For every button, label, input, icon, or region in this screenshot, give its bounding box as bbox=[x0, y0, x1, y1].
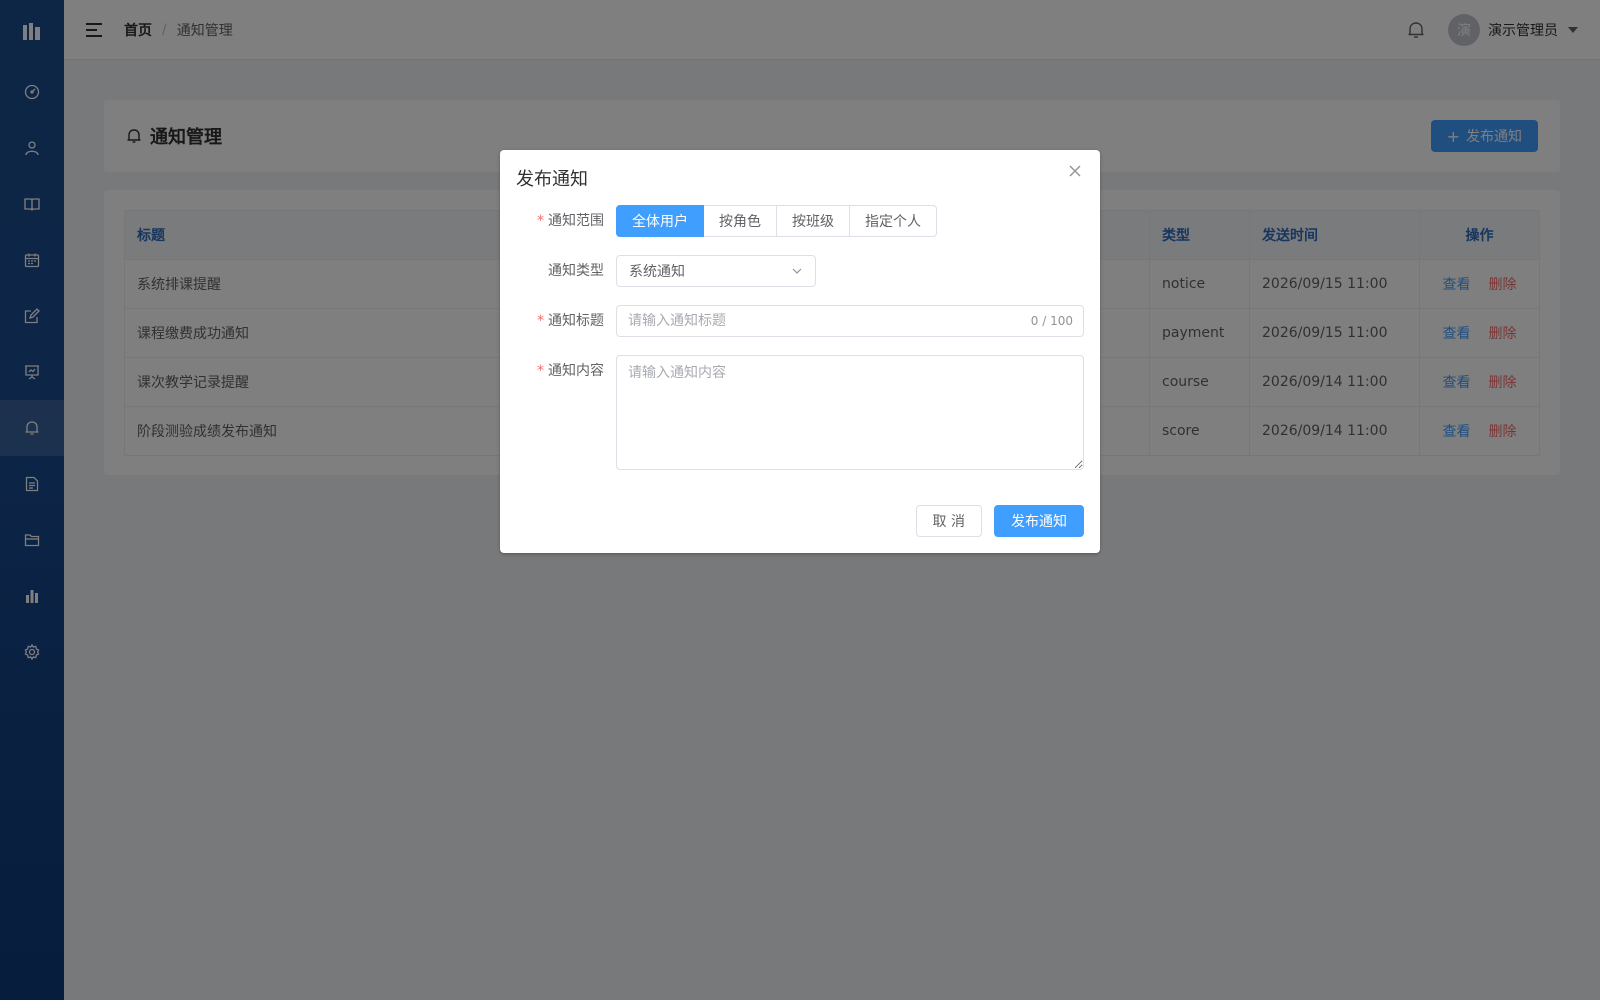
content-label: * 通知内容 bbox=[500, 355, 616, 470]
form-row-type: 通知类型 系统通知 bbox=[500, 255, 816, 287]
scope-option-role[interactable]: 按角色 bbox=[704, 205, 777, 237]
chevron-down-icon bbox=[792, 268, 802, 274]
title-label: * 通知标题 bbox=[500, 305, 616, 337]
dialog-title: 发布通知 bbox=[516, 169, 588, 190]
type-select-value: 系统通知 bbox=[629, 264, 685, 280]
type-select[interactable]: 系统通知 bbox=[616, 255, 816, 287]
scope-option-all[interactable]: 全体用户 bbox=[616, 205, 704, 237]
scope-radio-group: 全体用户 按角色 按班级 指定个人 bbox=[616, 205, 937, 237]
form-row-scope: * 通知范围 全体用户 按角色 按班级 指定个人 bbox=[500, 205, 937, 237]
scope-option-individual[interactable]: 指定个人 bbox=[850, 205, 937, 237]
type-label: 通知类型 bbox=[548, 263, 604, 279]
title-input[interactable] bbox=[628, 313, 1031, 329]
submit-button[interactable]: 发布通知 bbox=[994, 505, 1084, 537]
content-textarea[interactable] bbox=[616, 355, 1084, 470]
title-char-counter: 0 / 100 bbox=[1030, 314, 1073, 328]
form-row-content: * 通知内容 bbox=[500, 355, 1084, 470]
scope-label: * 通知范围 bbox=[500, 205, 616, 237]
scope-option-class[interactable]: 按班级 bbox=[777, 205, 850, 237]
required-mark: * bbox=[537, 313, 544, 329]
cancel-button[interactable]: 取 消 bbox=[915, 505, 982, 537]
form-row-title: *通知标题 0 / 100 bbox=[500, 305, 1084, 337]
title-label-text: 通知标题 bbox=[548, 313, 604, 329]
title-input-wrapper: 0 / 100 bbox=[616, 305, 1084, 337]
dialog-footer: 取 消 发布通知 bbox=[915, 505, 1084, 537]
required-mark: * bbox=[537, 213, 544, 229]
content-label-text: 通知内容 bbox=[548, 363, 604, 379]
required-mark: * bbox=[537, 363, 544, 379]
scope-label-text: 通知范围 bbox=[548, 213, 604, 229]
close-icon[interactable] bbox=[1068, 164, 1082, 178]
publish-notification-dialog: 发布通知 * 通知范围 全体用户 按角色 按班级 指定个人 通知类型 系统通知 *… bbox=[500, 150, 1100, 553]
